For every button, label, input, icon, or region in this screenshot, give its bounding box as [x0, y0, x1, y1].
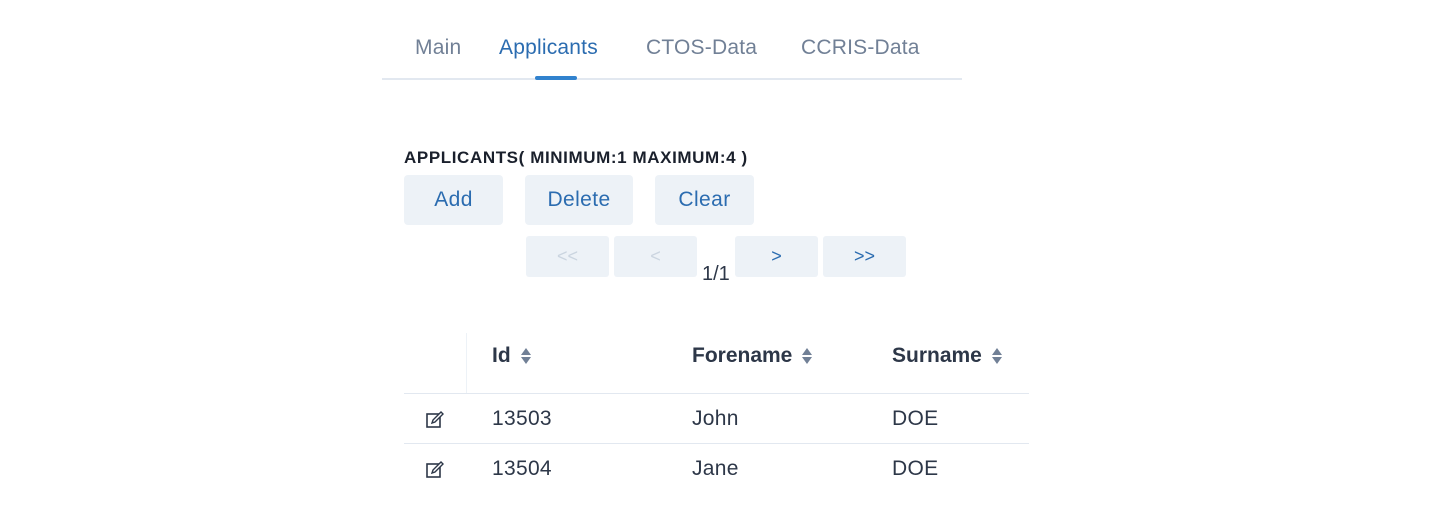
cell-forename: Jane [692, 457, 739, 480]
first-page-button[interactable]: << [526, 236, 609, 277]
sort-icon[interactable] [520, 346, 532, 366]
applicants-section-label: APPLICANTS( MINIMUM:1 MAXIMUM:4 ) [404, 148, 748, 167]
column-header-forename[interactable]: Forename [692, 344, 813, 368]
tab-ccris-data[interactable]: CCRIS-Data [801, 36, 920, 60]
cell-id: 13503 [492, 407, 552, 430]
tab-main[interactable]: Main [415, 36, 461, 60]
cell-surname: DOE [892, 407, 939, 430]
cell-id: 13504 [492, 457, 552, 480]
table-header-divider [404, 393, 1029, 394]
edit-icon[interactable] [425, 460, 445, 480]
column-header-id-label: Id [492, 344, 511, 367]
column-header-id[interactable]: Id [492, 344, 532, 368]
column-header-surname[interactable]: Surname [892, 344, 1003, 368]
tab-applicants[interactable]: Applicants [499, 36, 598, 60]
column-header-surname-label: Surname [892, 344, 982, 367]
add-button[interactable]: Add [404, 175, 503, 225]
table-row-divider [404, 443, 1029, 444]
column-header-forename-label: Forename [692, 344, 793, 367]
last-page-button[interactable]: >> [823, 236, 906, 277]
clear-button[interactable]: Clear [655, 175, 754, 225]
column-divider [466, 333, 467, 393]
next-page-button[interactable]: > [735, 236, 818, 277]
prev-page-button[interactable]: < [614, 236, 697, 277]
page-indicator: 1/1 [702, 263, 730, 285]
tab-ctos-data[interactable]: CTOS-Data [646, 36, 757, 60]
delete-button[interactable]: Delete [525, 175, 633, 225]
cell-surname: DOE [892, 457, 939, 480]
edit-icon[interactable] [425, 410, 445, 430]
active-tab-indicator [535, 76, 577, 80]
sort-icon[interactable] [801, 346, 813, 366]
sort-icon[interactable] [991, 346, 1003, 366]
cell-forename: John [692, 407, 739, 430]
